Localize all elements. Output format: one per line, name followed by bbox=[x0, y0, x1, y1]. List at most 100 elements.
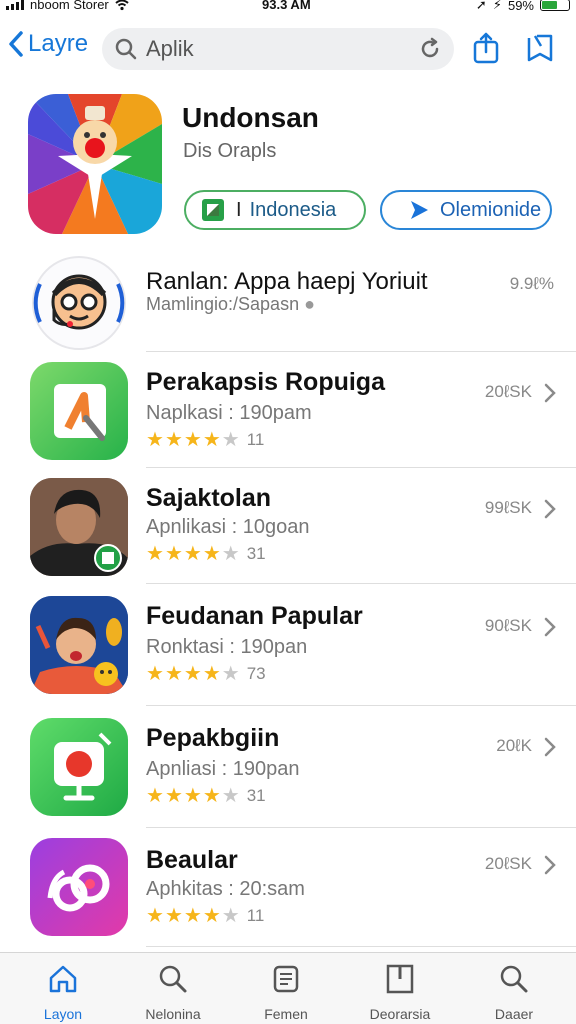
star-icon: ★ bbox=[202, 663, 221, 685]
app-title: Pepakbgiin bbox=[146, 724, 280, 752]
charging-icon: ⚡ bbox=[492, 0, 502, 12]
star-icon: ★ bbox=[146, 429, 164, 451]
search-icon bbox=[159, 965, 187, 993]
app-icon bbox=[30, 478, 128, 576]
featured-app-name: Undonsan bbox=[182, 102, 319, 133]
rating: ★ ★ ★ ★ ★ 31 bbox=[146, 544, 266, 564]
chevron-right-icon bbox=[544, 737, 556, 757]
star-icon: ★ bbox=[164, 663, 183, 685]
chat-icon: ● bbox=[304, 294, 315, 314]
rating-count: 73 bbox=[246, 664, 266, 683]
featured-app: Undonsan Dis Orapls I Indonesia Olemioni… bbox=[0, 94, 576, 244]
search-input[interactable] bbox=[146, 36, 416, 62]
chevron-left-icon bbox=[9, 31, 23, 57]
search-icon bbox=[115, 38, 137, 60]
app-size: 20ℓSK bbox=[484, 854, 532, 873]
star-icon: ★ bbox=[164, 785, 183, 807]
olemionide-label: Olemionide bbox=[440, 198, 542, 221]
rating: ★ ★ ★ ★ ★ 73 bbox=[146, 664, 266, 684]
rating: ★ ★ ★ ★ ★ 11 bbox=[146, 906, 264, 926]
chevron-right-icon bbox=[544, 383, 556, 403]
location-icon: ➚ bbox=[475, 0, 487, 12]
app-size: 9.9ℓ% bbox=[509, 274, 554, 293]
app-meta: Aphkitas : 20:sam bbox=[146, 878, 305, 900]
app-title: Perakapsis Ropuiga bbox=[146, 368, 385, 396]
carrier-group: nboom Storer bbox=[6, 0, 129, 12]
star-icon: ★ bbox=[146, 663, 164, 685]
app-icon bbox=[30, 718, 128, 816]
indonesia-button[interactable]: I Indonesia bbox=[184, 190, 366, 230]
list-item[interactable]: Beaular Aphkitas : 20:sam ★ ★ ★ ★ ★ 11 20ℓSK bbox=[0, 828, 576, 948]
tab-nelonina[interactable]: Nelonina bbox=[123, 963, 223, 1022]
app-icon bbox=[30, 254, 128, 352]
featured-app-subtitle: Dis Orapls bbox=[183, 140, 277, 162]
star-icon: ★ bbox=[202, 785, 221, 807]
list-item[interactable]: Ranlan: Appa haepj Yoriuit Mamlingio:/Sa… bbox=[0, 252, 576, 352]
search-icon bbox=[500, 965, 528, 993]
tab-label: Deorarsia bbox=[369, 1006, 431, 1022]
app-icon bbox=[30, 838, 128, 936]
tab-label: Femen bbox=[264, 1006, 308, 1022]
rating-count: 31 bbox=[246, 544, 266, 563]
tab-label: Daaer bbox=[494, 1006, 534, 1022]
battery-icon bbox=[540, 0, 570, 11]
tab-deorarsia[interactable]: Deorarsia bbox=[350, 963, 450, 1022]
bookmark-icon bbox=[527, 34, 553, 62]
star-icon: ★ bbox=[221, 663, 240, 685]
wifi-icon bbox=[115, 0, 129, 10]
chevron-right-icon bbox=[544, 499, 556, 519]
list-item[interactable]: Pepakbgiin Apnliasi : 190pan ★ ★ ★ ★ ★ 31 20ℓ… bbox=[0, 706, 576, 828]
rating-count: 11 bbox=[246, 906, 265, 925]
share-button[interactable] bbox=[468, 30, 504, 66]
chevron-right-icon bbox=[544, 617, 556, 637]
olemionide-button[interactable]: Olemionide bbox=[380, 190, 552, 230]
star-icon: ★ bbox=[164, 429, 183, 451]
app-size: 99ℓSK bbox=[484, 498, 532, 517]
star-icon: ★ bbox=[164, 905, 183, 927]
star-icon: ★ bbox=[146, 905, 164, 927]
featured-app-icon[interactable] bbox=[28, 94, 162, 234]
indonesia-label: Indonesia bbox=[249, 198, 337, 221]
play-icon bbox=[411, 201, 428, 219]
app-icon bbox=[30, 596, 128, 694]
rating-count: 31 bbox=[246, 786, 266, 805]
star-icon: ★ bbox=[221, 429, 240, 451]
list-item[interactable]: Sajaktolan Apnlikasi : 10goan ★ ★ ★ ★ ★ 31 99… bbox=[0, 468, 576, 584]
tab-label: Nelonina bbox=[145, 1006, 201, 1022]
star-icon: ★ bbox=[202, 429, 221, 451]
star-icon: ★ bbox=[146, 543, 164, 565]
app-title: Beaular bbox=[146, 846, 238, 874]
nav-bar: Layre bbox=[0, 26, 576, 72]
app-meta: Naplkasi : 190pam bbox=[146, 402, 312, 424]
back-button[interactable]: Layre bbox=[8, 30, 88, 58]
status-bar: nboom Storer 93.3 AM ➚ ⚡ 59% bbox=[0, 0, 576, 14]
star-icon: ★ bbox=[183, 785, 202, 807]
star-icon: ★ bbox=[202, 905, 221, 927]
star-icon: ★ bbox=[221, 543, 240, 565]
reload-icon[interactable] bbox=[418, 37, 442, 61]
tab-layon[interactable]: Layon bbox=[13, 963, 113, 1022]
app-meta: Ronktasi : 190pan bbox=[146, 636, 308, 658]
star-icon: ★ bbox=[221, 905, 240, 927]
signal-icon bbox=[6, 0, 24, 10]
app-size: 90ℓSK bbox=[484, 616, 532, 635]
star-icon: ★ bbox=[183, 663, 202, 685]
search-bar bbox=[102, 28, 454, 70]
tab-bar: Layon Nelonina Femen Deorarsia Daaer bbox=[0, 952, 576, 1024]
back-label: Layre bbox=[28, 30, 89, 57]
status-right: ➚ ⚡ 59% bbox=[476, 0, 570, 13]
list-item[interactable]: Perakapsis Ropuiga Naplkasi : 190pam ★ ★ ★… bbox=[0, 352, 576, 468]
divider bbox=[146, 946, 576, 947]
star-icon: ★ bbox=[221, 785, 240, 807]
rating: ★ ★ ★ ★ ★ 31 bbox=[146, 786, 266, 806]
app-title: Feudanan Papular bbox=[146, 602, 363, 630]
rating-count: 11 bbox=[246, 430, 265, 449]
app-meta: Apnlikasi : 10goan bbox=[146, 516, 310, 538]
app-size: 20ℓSK bbox=[484, 382, 532, 401]
list-item[interactable]: Feudanan Papular Ronktasi : 190pan ★ ★ ★ ★ ★… bbox=[0, 584, 576, 706]
tab-femen[interactable]: Femen bbox=[236, 963, 336, 1022]
bookmark-button[interactable] bbox=[522, 30, 558, 66]
status-time: 93.3 AM bbox=[262, 0, 311, 12]
book-icon bbox=[386, 964, 414, 994]
tab-daaer[interactable]: Daaer bbox=[464, 963, 564, 1022]
